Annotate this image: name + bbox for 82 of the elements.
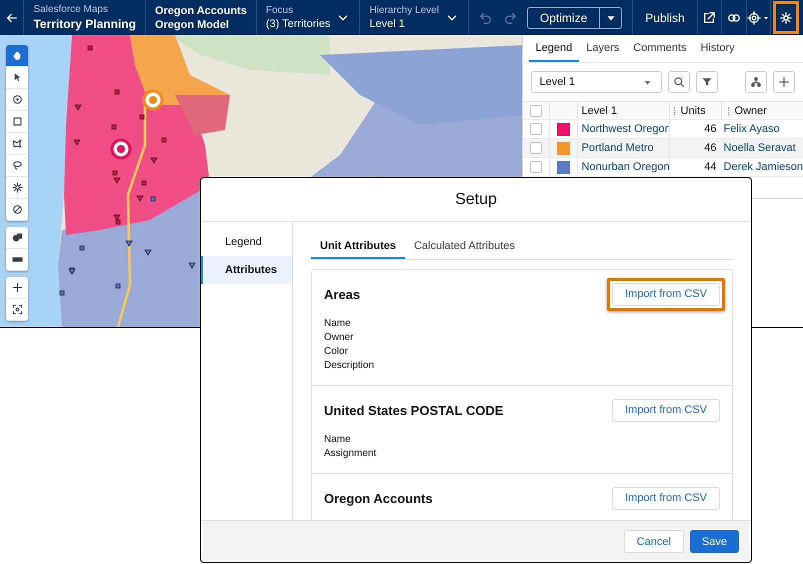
checkbox[interactable] <box>530 161 542 173</box>
territory-link[interactable]: Nonurban Oregon <box>582 161 670 173</box>
save-button[interactable]: Save <box>690 530 739 553</box>
gear-icon <box>12 182 22 193</box>
app-title: Territory Planning <box>33 16 136 32</box>
hand-icon <box>12 50 22 61</box>
add-button[interactable] <box>773 71 795 93</box>
column-resize-handle[interactable] <box>674 106 675 114</box>
plus-icon <box>778 76 790 88</box>
column-header: Units <box>680 104 706 116</box>
circle-icon <box>12 94 22 105</box>
filter-button[interactable] <box>696 71 718 93</box>
owner-link[interactable]: Derek Jamieson <box>724 161 803 173</box>
plus-icon <box>12 282 22 293</box>
hierarchy-icon <box>750 76 762 88</box>
shapes-icon <box>12 232 22 243</box>
attribute-name: Description <box>324 359 374 373</box>
app-label: Salesforce Maps <box>33 3 109 16</box>
hierarchy-button[interactable] <box>745 71 767 93</box>
units-cell: 44 <box>704 161 717 173</box>
zoom-fit-icon <box>12 304 22 315</box>
territory-link[interactable]: Portland Metro <box>582 142 654 154</box>
publish-button[interactable]: Publish <box>632 0 698 35</box>
attribute-name: Color <box>324 345 348 359</box>
owner-link[interactable]: Felix Ayaso <box>724 123 780 135</box>
section-title: Areas <box>324 286 360 302</box>
crosshair-button[interactable] <box>746 0 772 35</box>
dropdown-value: Level 1 <box>369 17 406 31</box>
filter-icon <box>700 76 713 88</box>
cancel-button[interactable]: Cancel <box>624 530 684 553</box>
section-title: Oregon Accounts <box>324 490 433 506</box>
panel-tab[interactable]: Comments <box>626 35 694 62</box>
modal-title: Setup <box>455 190 497 208</box>
lasso-icon <box>12 160 22 171</box>
settings-button[interactable] <box>773 1 799 34</box>
pointer-icon <box>12 72 22 83</box>
settings-icon <box>779 10 794 24</box>
checkbox[interactable] <box>530 104 542 116</box>
panel-tab[interactable]: Layers <box>579 35 626 62</box>
attribute-name: Name <box>324 317 351 331</box>
attribute-name: Assignment <box>324 447 376 461</box>
redo-icon <box>502 10 517 24</box>
square-icon <box>12 116 22 127</box>
target-marker <box>110 138 132 160</box>
search-button[interactable] <box>668 71 690 93</box>
column-resize-handle[interactable] <box>728 106 729 114</box>
optimize-button[interactable]: Optimize <box>526 6 600 28</box>
level-select[interactable]: Level 1 <box>530 71 662 93</box>
dropdown-value: (3) Territories <box>266 17 330 31</box>
table-row[interactable]: Portland Metro 46 Noella Seravat <box>522 139 803 158</box>
nav-item[interactable]: Legend <box>201 228 292 256</box>
prohibited-icon <box>12 204 22 215</box>
dropdown-label: Hierarchy Level <box>369 4 439 17</box>
nav-item[interactable]: Attributes <box>201 256 292 284</box>
tab[interactable]: Unit Attributes <box>311 234 405 259</box>
optimize-menu-button[interactable] <box>600 6 622 28</box>
attribute-name: Name <box>324 433 351 447</box>
column-header: Level 1 <box>582 104 617 116</box>
column-header: Owner <box>734 104 767 116</box>
checkbox[interactable] <box>530 142 542 154</box>
panel-tab[interactable]: Legend <box>528 35 580 62</box>
target-marker <box>142 90 164 110</box>
undo-icon <box>478 10 493 24</box>
search-icon <box>672 76 685 88</box>
import-csv-button[interactable]: Import from CSV <box>612 398 720 422</box>
checkbox[interactable] <box>530 123 542 135</box>
account-name: Oregon Accounts <box>154 4 247 18</box>
panel-tab[interactable]: History <box>693 35 742 62</box>
owner-link[interactable]: Noella Seravat <box>724 142 796 154</box>
import-csv-button[interactable]: Import from CSV <box>612 282 720 306</box>
units-cell: 46 <box>704 142 717 154</box>
dropdown-label: Focus <box>266 4 294 17</box>
model-name: Oregon Model <box>154 18 230 32</box>
units-cell: 46 <box>704 123 717 135</box>
attribute-name: Owner <box>324 331 354 345</box>
hand-tool-button[interactable] <box>6 45 28 67</box>
crosshair-icon <box>746 10 761 24</box>
polygon-icon <box>12 138 22 149</box>
tab[interactable]: Calculated Attributes <box>404 234 524 259</box>
import-csv-button[interactable]: Import from CSV <box>612 486 720 510</box>
share-icon <box>702 10 716 24</box>
section-title: United States POSTAL CODE <box>324 402 504 418</box>
